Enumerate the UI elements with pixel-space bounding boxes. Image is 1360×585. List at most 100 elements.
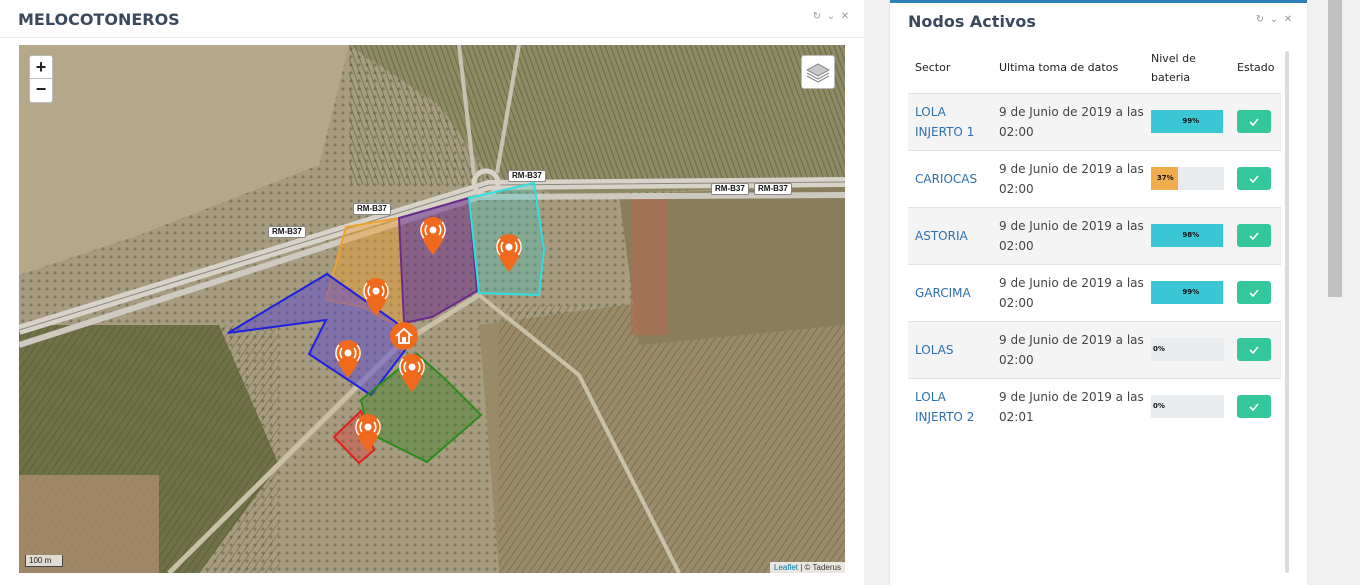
table-row: ASTORIA 9 de Junio de 2019 a las 02:00 98% bbox=[908, 206, 1281, 264]
battery-bar: 98% bbox=[1151, 224, 1224, 247]
collapse-icon[interactable]: ⌄ bbox=[1269, 14, 1279, 25]
map-scale: 100 m bbox=[25, 555, 63, 567]
state-button[interactable] bbox=[1237, 281, 1271, 304]
state-button[interactable] bbox=[1237, 395, 1271, 419]
check-icon bbox=[1249, 174, 1259, 183]
battery-label: 99% bbox=[1182, 288, 1200, 296]
table-row: GARCIMA 9 de Junio de 2019 a las 02:00 99% bbox=[908, 263, 1281, 321]
battery-cell: 0% bbox=[1144, 320, 1230, 378]
nodes-panel-header: Nodos Activos ↻ ⌄ ✕ bbox=[890, 3, 1307, 41]
state-cell bbox=[1230, 320, 1281, 378]
state-button[interactable] bbox=[1237, 110, 1271, 133]
refresh-icon[interactable]: ↻ bbox=[1255, 14, 1265, 25]
sensor-marker-icon[interactable] bbox=[494, 233, 524, 273]
nodes-table-wrap: Sector Ultima toma de datos Nivel de bat… bbox=[908, 43, 1281, 435]
battery-cell: 99% bbox=[1144, 92, 1230, 150]
table-scrollbar[interactable] bbox=[1285, 51, 1289, 573]
road-label: RM-B37 bbox=[353, 203, 391, 215]
nodes-table: Sector Ultima toma de datos Nivel de bat… bbox=[908, 43, 1281, 435]
date-cell: 9 de Junio de 2019 a las 02:01 bbox=[992, 377, 1144, 435]
check-icon bbox=[1249, 345, 1259, 354]
state-cell bbox=[1230, 92, 1281, 150]
battery-bar: 0% bbox=[1151, 338, 1224, 361]
collapse-icon[interactable]: ⌄ bbox=[826, 11, 836, 22]
map-panel-header: MELOCOTONEROS ↻ ⌄ ✕ bbox=[0, 0, 864, 38]
sensor-marker-icon[interactable] bbox=[397, 353, 427, 393]
battery-label: 37% bbox=[1156, 174, 1174, 182]
battery-label: 98% bbox=[1182, 231, 1200, 239]
sensor-marker-icon[interactable] bbox=[361, 277, 391, 317]
sector-link[interactable]: LOLA INJERTO 1 bbox=[915, 105, 974, 139]
state-button[interactable] bbox=[1237, 167, 1271, 190]
sector-link[interactable]: ASTORIA bbox=[915, 229, 968, 243]
battery-cell: 98% bbox=[1144, 206, 1230, 264]
date-cell: 9 de Junio de 2019 a las 02:00 bbox=[992, 206, 1144, 264]
header-sector: Sector bbox=[915, 61, 951, 75]
close-icon[interactable]: ✕ bbox=[1283, 14, 1293, 25]
sector-link[interactable]: CARIOCAS bbox=[915, 172, 977, 186]
battery-bar: 37% bbox=[1151, 167, 1224, 190]
sensor-marker-icon[interactable] bbox=[418, 216, 448, 256]
sensor-marker-icon[interactable] bbox=[353, 413, 383, 453]
nodes-panel-tools: ↻ ⌄ ✕ bbox=[1255, 14, 1293, 25]
table-row: LOLA INJERTO 2 9 de Junio de 2019 a las 0… bbox=[908, 377, 1281, 435]
state-cell bbox=[1230, 263, 1281, 321]
date-cell: 9 de Junio de 2019 a las 02:00 bbox=[992, 92, 1144, 150]
check-icon bbox=[1249, 288, 1259, 297]
battery-label: 0% bbox=[1153, 402, 1165, 411]
map-panel-tools: ↻ ⌄ ✕ bbox=[812, 11, 850, 22]
sector-cell: GARCIMA bbox=[908, 263, 992, 321]
battery-cell: 99% bbox=[1144, 263, 1230, 321]
close-icon[interactable]: ✕ bbox=[840, 11, 850, 22]
road-label: RM-B37 bbox=[508, 170, 546, 182]
state-button[interactable] bbox=[1237, 338, 1271, 361]
header-date: Ultima toma de datos bbox=[999, 61, 1119, 75]
zoom-out-button[interactable]: − bbox=[29, 79, 53, 103]
nodes-table-body: LOLA INJERTO 1 9 de Junio de 2019 a las 0… bbox=[908, 92, 1281, 435]
leaflet-link[interactable]: Leaflet bbox=[774, 563, 798, 572]
refresh-icon[interactable]: ↻ bbox=[812, 11, 822, 22]
date-cell: 9 de Junio de 2019 a las 02:00 bbox=[992, 320, 1144, 378]
battery-cell: 37% bbox=[1144, 149, 1230, 207]
map-panel-title: MELOCOTONEROS bbox=[18, 10, 180, 29]
sector-cell: ASTORIA bbox=[908, 206, 992, 264]
road-label: RM-B37 bbox=[268, 226, 306, 238]
state-cell bbox=[1230, 377, 1281, 435]
table-row: LOLA INJERTO 1 9 de Junio de 2019 a las 0… bbox=[908, 92, 1281, 150]
home-marker-icon[interactable] bbox=[389, 321, 419, 351]
date-cell: 9 de Junio de 2019 a las 02:00 bbox=[992, 149, 1144, 207]
battery-bar: 99% bbox=[1151, 110, 1224, 133]
battery-bar: 99% bbox=[1151, 281, 1224, 304]
road-label: RM-B37 bbox=[754, 183, 792, 195]
sensor-marker-icon[interactable] bbox=[333, 339, 363, 379]
check-icon bbox=[1249, 403, 1259, 411]
table-header-row: Sector Ultima toma de datos Nivel de bat… bbox=[908, 43, 1281, 93]
battery-label: 99% bbox=[1182, 117, 1200, 125]
sector-cell: LOLA INJERTO 2 bbox=[908, 377, 992, 435]
page-scrollbar-thumb[interactable] bbox=[1328, 0, 1342, 297]
attribution-text: | © Taderus bbox=[798, 563, 841, 572]
sector-cell: LOLA INJERTO 1 bbox=[908, 92, 992, 150]
battery-label: 0% bbox=[1153, 345, 1165, 353]
zoom-in-button[interactable]: + bbox=[29, 55, 53, 79]
sector-cell: LOLAS bbox=[908, 320, 992, 378]
layers-icon bbox=[805, 63, 831, 83]
check-icon bbox=[1249, 117, 1259, 126]
table-row: LOLAS 9 de Junio de 2019 a las 02:00 0% bbox=[908, 320, 1281, 378]
road-label: RM-B37 bbox=[711, 183, 749, 195]
battery-bar: 0% bbox=[1151, 395, 1224, 419]
sector-link[interactable]: LOLAS bbox=[915, 343, 954, 357]
header-state: Estado bbox=[1237, 61, 1275, 75]
map-layer bbox=[19, 45, 845, 573]
state-button[interactable] bbox=[1237, 224, 1271, 247]
date-cell: 9 de Junio de 2019 a las 02:00 bbox=[992, 263, 1144, 321]
sector-cell: CARIOCAS bbox=[908, 149, 992, 207]
satellite-map[interactable]: RM-B37 RM-B37 RM-B37 RM-B37 RM-B37 + − 1… bbox=[19, 45, 845, 573]
map-panel: MELOCOTONEROS ↻ ⌄ ✕ RM-B37 RM-B37 RM-B37… bbox=[0, 0, 864, 585]
battery-cell: 0% bbox=[1144, 377, 1230, 435]
layers-button[interactable] bbox=[801, 55, 835, 89]
sector-link[interactable]: GARCIMA bbox=[915, 286, 971, 300]
sector-link[interactable]: LOLA INJERTO 2 bbox=[915, 390, 974, 424]
nodes-panel: Nodos Activos ↻ ⌄ ✕ Sector Ultima toma d… bbox=[890, 0, 1307, 585]
check-icon bbox=[1249, 231, 1259, 240]
